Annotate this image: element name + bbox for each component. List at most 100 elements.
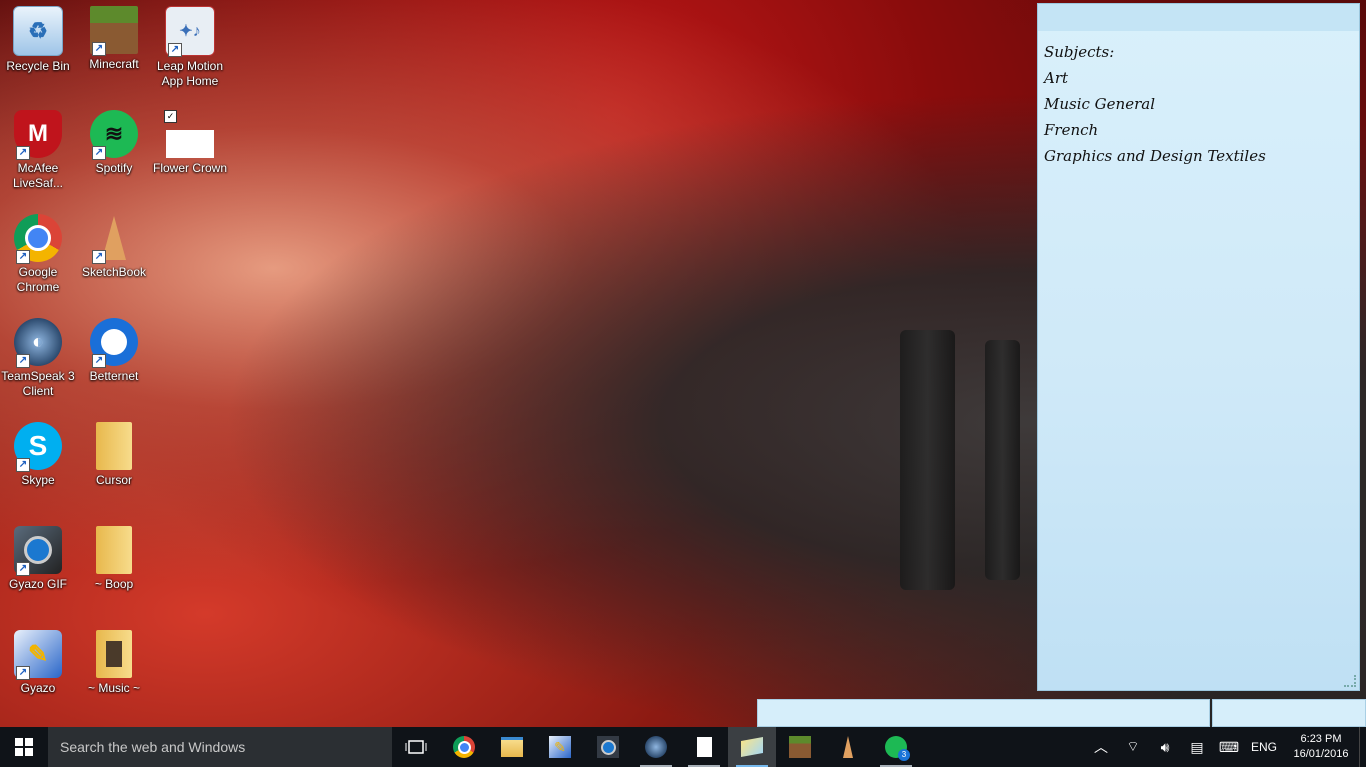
desktop-icon-gyazo[interactable]: ✎ ↗ Gyazo xyxy=(0,630,76,696)
show-hidden-icons-button[interactable]: ︿ xyxy=(1085,727,1117,767)
wallpaper-trunk xyxy=(985,340,1020,580)
desktop-icon-label: TeamSpeak 3 Client xyxy=(1,369,75,398)
shortcut-arrow-icon: ↗ xyxy=(92,146,106,160)
language-indicator: ENG xyxy=(1250,740,1277,754)
desktop-icon-sketchbook[interactable]: ↗ SketchBook xyxy=(76,214,152,280)
desktop-icon-teamspeak[interactable]: ◐ ↗ TeamSpeak 3 Client xyxy=(0,318,76,399)
flower-crown-file-icon xyxy=(166,130,214,158)
spotify-icon: ≋ ↗ xyxy=(90,110,138,160)
desktop-icon-label: Leap Motion App Home xyxy=(156,59,224,88)
desktop-icon-skype[interactable]: S ↗ Skype xyxy=(0,422,76,488)
desktop-icon-label: Gyazo xyxy=(20,681,56,695)
sticky-note-titlebar[interactable] xyxy=(1038,4,1359,31)
desktop-icon-label: Gyazo GIF xyxy=(8,577,67,591)
taskbar-gyazo[interactable]: ✎ xyxy=(536,727,584,767)
sticky-note-thumbnail-preview[interactable] xyxy=(757,699,1210,727)
sticky-note-line: Graphics and Design Textiles xyxy=(1044,147,1266,165)
sticky-note[interactable]: Subjects: Art Music General French Graph… xyxy=(1037,3,1360,691)
volume-button[interactable]: 🔊︎ xyxy=(1149,727,1181,767)
keyboard-icon: ⌨ xyxy=(1218,738,1240,755)
desktop-icon-label: Spotify xyxy=(95,161,133,175)
language-button[interactable]: ENG xyxy=(1245,727,1283,767)
desktop-icon-label: SketchBook xyxy=(81,265,147,279)
desktop-icon-cursor-folder[interactable]: Cursor xyxy=(76,422,152,488)
taskbar-minecraft[interactable] xyxy=(776,727,824,767)
sticky-note-line: Music General xyxy=(1044,95,1155,113)
wallpaper-trunk xyxy=(900,330,955,590)
desktop-icon-flower-crown[interactable]: ✓ Flower Crown xyxy=(152,110,228,176)
taskbar-notepad[interactable] xyxy=(680,727,728,767)
speaker-icon: 🔊︎ xyxy=(1160,738,1170,755)
teamspeak-icon: ◐ ↗ xyxy=(14,318,62,368)
desktop-icon-recycle-bin[interactable]: ♻ Recycle Bin xyxy=(0,6,76,74)
taskbar-teamspeak[interactable] xyxy=(632,727,680,767)
desktop-icon-label: Recycle Bin xyxy=(6,59,70,73)
folder-icon xyxy=(96,422,132,470)
sticky-note-text[interactable]: Subjects: Art Music General French Graph… xyxy=(1038,31,1359,177)
desktop-icon-label: Betternet xyxy=(89,369,139,383)
notepad-icon xyxy=(696,737,712,757)
chrome-icon xyxy=(453,736,475,758)
minecraft-icon xyxy=(789,736,811,758)
desktop-icon-betternet[interactable]: ↗ Betternet xyxy=(76,318,152,384)
search-box[interactable]: Search the web and Windows xyxy=(48,727,392,767)
network-button[interactable]: ⌔ xyxy=(1117,727,1149,767)
start-button[interactable] xyxy=(0,727,48,767)
task-view-button[interactable] xyxy=(392,727,440,767)
sticky-note-line: French xyxy=(1044,121,1099,139)
desktop-icon-label: McAfee LiveSaf... xyxy=(12,161,64,190)
shortcut-arrow-icon: ↗ xyxy=(16,250,30,264)
clock[interactable]: 6:23 PM 16/01/2016 xyxy=(1283,732,1359,762)
show-desktop-button[interactable] xyxy=(1359,727,1366,767)
selection-checkbox-icon[interactable]: ✓ xyxy=(164,110,177,123)
desktop-icon-mcafee[interactable]: M ↗ McAfee LiveSaf... xyxy=(0,110,76,191)
desktop-icon-label: ~ Boop xyxy=(94,577,134,591)
taskbar-spotify[interactable]: 3 xyxy=(872,727,920,767)
shortcut-arrow-icon: ↗ xyxy=(92,42,106,56)
taskbar-chrome[interactable] xyxy=(440,727,488,767)
betternet-icon: ↗ xyxy=(90,318,138,368)
folder-music-icon xyxy=(96,630,132,678)
desktop-icon-spotify[interactable]: ≋ ↗ Spotify xyxy=(76,110,152,176)
skype-icon: S ↗ xyxy=(14,422,62,472)
mcafee-icon: M ↗ xyxy=(14,110,62,160)
desktop-icon-label: ~ Music ~ xyxy=(87,681,141,695)
leap-motion-icon: ✦♪ ↗ xyxy=(165,6,215,57)
notification-badge: 3 xyxy=(898,749,910,761)
system-tray: ︿ ⌔ 🔊︎ ▤ ⌨ ENG 6:23 PM 16/01/2016 xyxy=(1085,727,1366,767)
sticky-note-thumbnail-preview[interactable] xyxy=(1212,699,1366,727)
clock-date: 16/01/2016 xyxy=(1293,748,1349,760)
windows-logo-icon xyxy=(15,738,33,756)
desktop-icon-label: Minecraft xyxy=(89,57,139,71)
shortcut-arrow-icon: ↗ xyxy=(16,458,30,472)
desktop-icon-music-folder[interactable]: ~ Music ~ xyxy=(76,630,152,696)
desktop-icon-label: Google Chrome xyxy=(16,265,60,294)
search-placeholder: Search the web and Windows xyxy=(60,739,246,755)
gyazo-gif-icon xyxy=(597,736,619,758)
file-explorer-icon xyxy=(501,737,523,757)
shortcut-arrow-icon: ↗ xyxy=(168,43,182,57)
desktop-icon-minecraft[interactable]: ↗ Minecraft xyxy=(76,6,152,72)
taskbar-gyazo-gif[interactable] xyxy=(584,727,632,767)
touch-keyboard-button[interactable]: ⌨ xyxy=(1213,727,1245,767)
gyazo-icon: ✎ ↗ xyxy=(14,630,62,680)
taskbar-file-explorer[interactable] xyxy=(488,727,536,767)
desktop-icon-label: Skype xyxy=(21,473,55,487)
sticky-note-line: Subjects: xyxy=(1044,43,1115,61)
wifi-icon: ⌔ xyxy=(1126,738,1140,754)
desktop-icon-gyazo-gif[interactable]: ↗ Gyazo GIF xyxy=(0,526,76,592)
desktop-icon-boop-folder[interactable]: ~ Boop xyxy=(76,526,152,592)
shortcut-arrow-icon: ↗ xyxy=(16,666,30,680)
taskbar-sticky-notes[interactable] xyxy=(728,727,776,767)
desktop-icon-google-chrome[interactable]: ↗ Google Chrome xyxy=(0,214,76,295)
shortcut-arrow-icon: ↗ xyxy=(92,250,106,264)
desktop-icon-leap-motion[interactable]: ✦♪ ↗ Leap Motion App Home xyxy=(152,6,228,89)
taskbar-sketchbook[interactable] xyxy=(824,727,872,767)
chevron-up-icon: ︿ xyxy=(1094,739,1108,755)
folder-icon xyxy=(96,526,132,574)
sticky-note-line: Art xyxy=(1044,69,1069,87)
shortcut-arrow-icon: ↗ xyxy=(16,562,30,576)
action-center-button[interactable]: ▤ xyxy=(1181,727,1213,767)
resize-grip-icon[interactable] xyxy=(1344,675,1356,687)
desktop-icon-label: Cursor xyxy=(95,473,132,487)
